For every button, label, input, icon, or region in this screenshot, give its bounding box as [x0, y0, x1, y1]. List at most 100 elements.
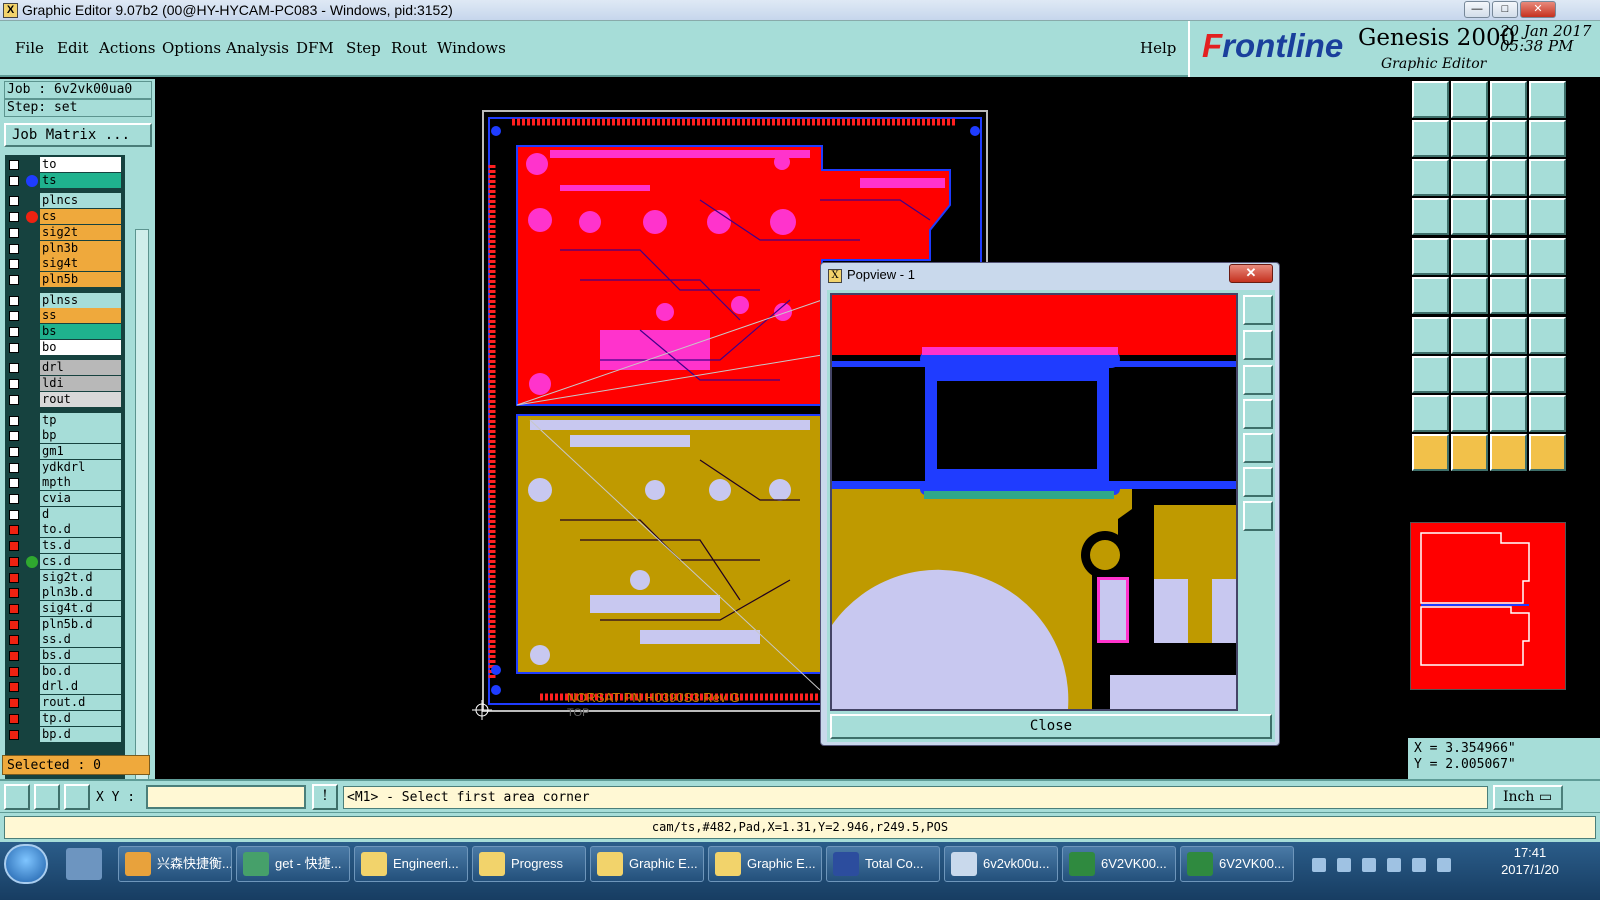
layer-row-pln5b[interactable]: pln5b	[5, 271, 125, 288]
layer-label[interactable]: ss	[40, 308, 121, 324]
taskbar-task[interactable]: Total Co...	[826, 846, 940, 882]
center-icon[interactable]	[1451, 159, 1488, 196]
layer-label[interactable]: bp	[40, 428, 121, 444]
layer-row-drl-d[interactable]: drl.d	[5, 679, 125, 695]
dimension-icon[interactable]	[1490, 356, 1527, 393]
layer-row-cs-d[interactable]: cs.d	[5, 553, 125, 570]
layer-checkbox[interactable]	[9, 311, 19, 322]
taskbar-task[interactable]: Engineeri...	[354, 846, 468, 882]
layer-checkbox[interactable]	[9, 541, 19, 552]
layer-label[interactable]: bs.d	[40, 648, 121, 663]
layer-checkbox[interactable]	[9, 379, 19, 390]
layer-row-ydkdrl[interactable]: ydkdrl	[5, 459, 125, 476]
layer-label[interactable]: gm1	[40, 443, 121, 459]
layer-row-plnss[interactable]: plnss	[5, 292, 125, 309]
menu-step[interactable]: Step	[346, 39, 381, 57]
slash-icon[interactable]	[1451, 317, 1488, 354]
layer-row-ts[interactable]: ts	[5, 172, 125, 189]
fit-icon[interactable]	[1412, 159, 1449, 196]
popview-close-button[interactable]: Close	[830, 714, 1272, 739]
layer-checkbox[interactable]	[9, 274, 19, 285]
layer-row-sig2t[interactable]: sig2t	[5, 224, 125, 241]
pointer4-icon[interactable]	[1529, 434, 1566, 471]
layer-checkbox[interactable]	[9, 698, 19, 709]
layer-label[interactable]: plnss	[40, 292, 121, 308]
taskbar-task[interactable]: get - 快捷...	[236, 846, 350, 882]
triangle2-icon[interactable]	[1451, 395, 1488, 432]
cross-icon[interactable]	[1451, 277, 1488, 314]
layer-label[interactable]: sig4t	[40, 256, 121, 272]
layer-label[interactable]: to	[40, 157, 121, 172]
menu-help[interactable]: Help	[1140, 39, 1176, 57]
layer-row-to[interactable]: to	[5, 157, 125, 173]
layer-label[interactable]: sig2t	[40, 224, 121, 240]
layer-checkbox[interactable]	[9, 603, 19, 614]
close-window-button[interactable]: ✕	[1520, 1, 1556, 18]
layer-label[interactable]: ts.d	[40, 538, 121, 554]
layer-label[interactable]: cs.d	[40, 553, 121, 569]
connect-icon[interactable]	[1412, 277, 1449, 314]
layer-label[interactable]: cvia	[40, 491, 121, 506]
layer-label[interactable]: drl	[40, 360, 121, 376]
popview-pan-up-button[interactable]	[1243, 330, 1273, 360]
layer-label[interactable]: pln3b.d	[40, 585, 121, 601]
layer-checkbox[interactable]	[9, 588, 19, 599]
layer-list-scrollbar[interactable]	[135, 229, 149, 845]
layer-label[interactable]: bs	[40, 324, 121, 339]
layer-row-drl[interactable]: drl	[5, 360, 125, 376]
layer-row-mpth[interactable]: mpth	[5, 475, 125, 491]
query-icon[interactable]	[1529, 159, 1566, 196]
layer-checkbox[interactable]	[9, 729, 19, 740]
menu-actions[interactable]: Actions	[99, 39, 155, 57]
layer-row-bs[interactable]: bs	[5, 324, 125, 340]
measure-mode-button[interactable]	[34, 784, 60, 810]
snap-red-icon[interactable]	[1490, 198, 1527, 235]
layer-label[interactable]: ldi	[40, 376, 121, 392]
home-icon[interactable]	[1490, 81, 1527, 118]
tray-arrow-icon[interactable]	[1312, 858, 1326, 872]
tray-monitor-icon[interactable]	[1412, 858, 1426, 872]
pointer-icon[interactable]	[1412, 434, 1449, 471]
arc-icon[interactable]	[1490, 317, 1527, 354]
layer-checkbox[interactable]	[9, 342, 19, 353]
ruler-icon[interactable]	[1490, 238, 1527, 275]
popview-zoom-in-button[interactable]	[1243, 295, 1273, 325]
layer-checkbox[interactable]	[9, 431, 19, 442]
menu-analysis[interactable]: Analysis	[226, 39, 289, 57]
layer-checkbox[interactable]	[9, 363, 19, 374]
layer-label[interactable]: d	[40, 506, 121, 522]
layer-row-sig2t-d[interactable]: sig2t.d	[5, 569, 125, 586]
menu-rout[interactable]: Rout	[391, 39, 427, 57]
layer-checkbox[interactable]	[9, 295, 19, 306]
popview-close-x-button[interactable]: ✕	[1229, 264, 1273, 283]
show-desktop-icon[interactable]	[66, 848, 102, 880]
layer-checkbox[interactable]	[9, 227, 19, 238]
layer-row-d[interactable]: d	[5, 506, 125, 523]
taskbar-task[interactable]: 6V2VK00...	[1062, 846, 1176, 882]
layer-label[interactable]: to.d	[40, 522, 121, 538]
layer-checkbox[interactable]	[9, 651, 19, 661]
layer-label[interactable]: bo.d	[40, 663, 121, 679]
layer-row-bo[interactable]: bo	[5, 339, 125, 356]
popview-pan-right-button[interactable]	[1243, 433, 1273, 463]
point2-icon[interactable]	[1529, 277, 1566, 314]
menu-edit[interactable]: Edit	[57, 39, 88, 57]
pointer3-icon[interactable]	[1490, 434, 1527, 471]
measure-icon[interactable]	[1451, 198, 1488, 235]
layer-checkbox[interactable]	[9, 666, 19, 677]
menu-windows[interactable]: Windows	[437, 39, 506, 57]
layer-checkbox[interactable]	[9, 327, 19, 337]
layer-row-bo-d[interactable]: bo.d	[5, 663, 125, 680]
layer-row-pln3b[interactable]: pln3b	[5, 240, 125, 257]
layer-checkbox[interactable]	[9, 259, 19, 270]
scale-1-2-icon[interactable]	[1490, 159, 1527, 196]
layer-row-tp-d[interactable]: tp.d	[5, 710, 125, 727]
layer-checkbox[interactable]	[9, 478, 19, 489]
window-icon[interactable]	[1529, 81, 1566, 118]
layer-row-ss[interactable]: ss	[5, 308, 125, 324]
layer-label[interactable]: rout.d	[40, 695, 121, 711]
layer-label[interactable]: bo	[40, 339, 121, 355]
start-button[interactable]	[4, 844, 48, 884]
layer-checkbox[interactable]	[9, 196, 19, 207]
layer-checkbox[interactable]	[9, 572, 19, 583]
